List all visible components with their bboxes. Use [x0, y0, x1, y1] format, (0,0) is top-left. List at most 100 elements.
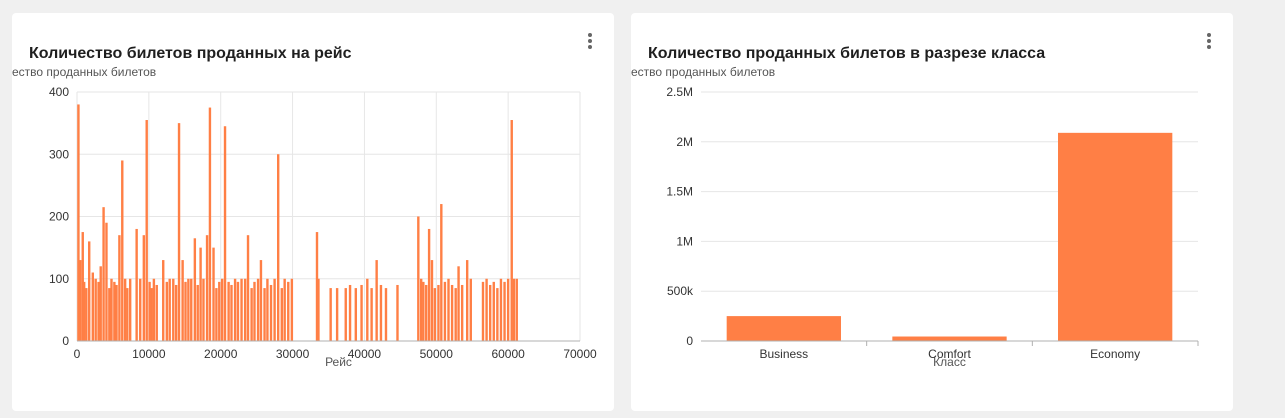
flight-bar [215, 288, 218, 341]
flight-bar [113, 281, 116, 341]
class-bar [1058, 132, 1173, 341]
flight-bar [496, 288, 499, 341]
flight-bar [118, 235, 121, 341]
y-tick-label: 200 [49, 210, 69, 224]
flight-bar [515, 278, 518, 341]
flight-bar [384, 288, 388, 341]
flight-bar [454, 288, 457, 341]
flight-bar [126, 288, 129, 341]
x-tick-label: 20000 [204, 347, 238, 361]
flight-bar [370, 288, 373, 341]
flight-bar [379, 284, 383, 341]
class-bar [892, 336, 1007, 341]
flight-bar [102, 207, 105, 341]
flight-bar [259, 260, 263, 341]
flight-bar [220, 278, 224, 341]
y-tick-label: 100 [49, 272, 69, 286]
flight-bar [457, 266, 460, 341]
flight-bar-chart: 0 100 200 300 400 0 10000 20000 30000 40000 50000 6… [49, 85, 597, 369]
flight-bar [396, 284, 399, 341]
x-tick-label: Business [759, 347, 808, 361]
flight-bar [91, 272, 95, 341]
x-tick-label: Economy [1090, 347, 1140, 361]
flight-bar [181, 260, 184, 341]
x-tick-label: 0 [74, 347, 81, 361]
y-tick-label: 400 [49, 85, 69, 99]
flight-bar [348, 284, 352, 341]
flight-bar [329, 288, 332, 341]
flight-bar [506, 278, 510, 341]
flight-bar [360, 284, 363, 341]
x-axis-title: Рейс [325, 355, 352, 369]
flight-bar [465, 260, 469, 341]
flight-bar [205, 235, 209, 341]
flight-bar [422, 281, 425, 341]
flight-bar [366, 278, 369, 341]
flight-bar [443, 281, 447, 341]
flight-bar [218, 281, 221, 341]
class-bar [726, 316, 841, 341]
flight-bar [499, 278, 503, 341]
flight-bar [437, 284, 440, 341]
flight-bar [469, 278, 472, 341]
flight-bar [485, 278, 488, 341]
x-tick-label: 30000 [276, 347, 310, 361]
flight-tickets-card: Количество билетов проданных на рейс ест… [12, 13, 614, 411]
flight-bar [240, 278, 243, 341]
flight-bar [283, 278, 286, 341]
flight-bar [233, 278, 237, 341]
flight-bar [193, 238, 197, 341]
flight-bar [168, 278, 171, 341]
flight-bar [243, 278, 247, 341]
flight-bar [212, 247, 215, 341]
class-bar-chart: 0500k1M1.5M2M2.5MBusiness Comfort EconomyК… [666, 85, 1199, 369]
flight-bar [128, 278, 132, 341]
flight-bar [88, 241, 91, 341]
flight-bar [142, 235, 146, 341]
flight-bar [287, 281, 290, 341]
flight-bar [246, 235, 250, 341]
flight-bar [266, 278, 269, 341]
flight-bar [317, 278, 320, 341]
flight-bar [273, 278, 276, 341]
flight-bar [184, 281, 187, 341]
flight-bar [290, 278, 294, 341]
flight-bar [335, 288, 339, 341]
flight-bar [208, 107, 212, 341]
flight-bar [440, 204, 443, 341]
flight-bar [510, 120, 513, 341]
flight-bar [196, 284, 199, 341]
class-tickets-card: Количество проданных билетов в разрезе к… [631, 13, 1233, 411]
flight-bar [135, 228, 138, 341]
flight-bar [115, 284, 118, 341]
y-tick-label: 0 [686, 334, 693, 348]
flight-bar [105, 222, 108, 341]
flight-bar [85, 288, 88, 341]
y-tick-label: 1.5M [666, 185, 693, 199]
x-tick-label: 10000 [132, 347, 166, 361]
x-tick-label: 70000 [563, 347, 597, 361]
flight-bar [165, 281, 169, 341]
flight-bar [236, 281, 240, 341]
flight-bar [447, 278, 450, 341]
flight-bar [503, 281, 506, 341]
flight-bar [199, 247, 202, 341]
flight-bar [82, 281, 86, 341]
x-tick-label: 50000 [420, 347, 454, 361]
flight-bar [450, 284, 454, 341]
flight-bar [280, 288, 283, 341]
flight-bar [79, 260, 82, 341]
flight-bar [110, 278, 113, 341]
flight-bar [202, 278, 205, 341]
flight-bar [375, 260, 378, 341]
flight-bar [481, 281, 485, 341]
flight-bar [139, 278, 142, 341]
flight-bar [460, 284, 464, 341]
x-tick-label: 60000 [491, 347, 525, 361]
x-tick-label: 40000 [348, 347, 382, 361]
flight-bar [344, 288, 347, 341]
y-tick-label: 300 [49, 147, 69, 161]
flight-bar [108, 288, 111, 341]
flight-bar [250, 288, 253, 341]
flight-bar [433, 288, 437, 341]
